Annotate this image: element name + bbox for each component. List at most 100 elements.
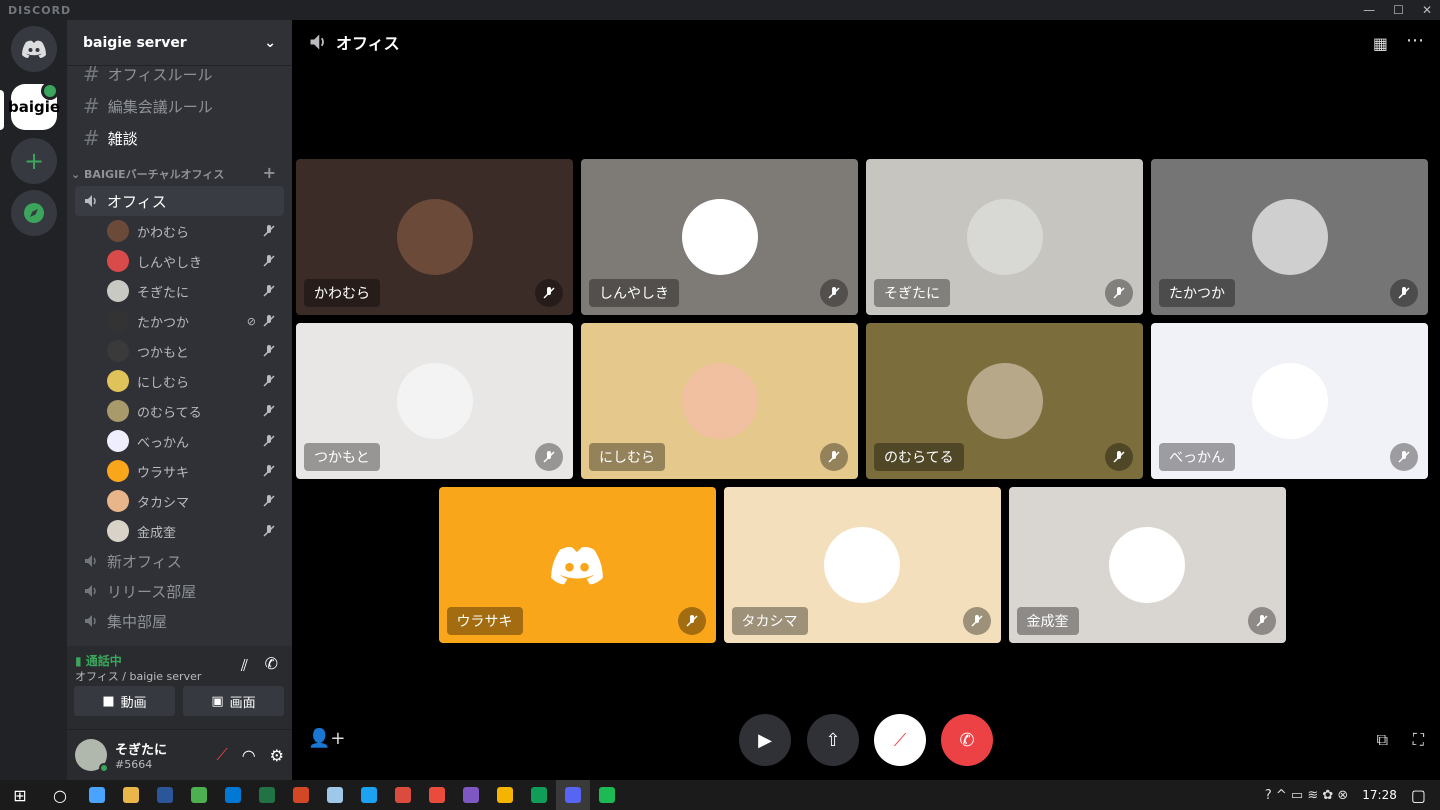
- minimize-icon[interactable]: —: [1363, 3, 1375, 17]
- taskbar-app-icon[interactable]: [522, 780, 556, 810]
- app-icon: [123, 787, 139, 803]
- voice-location: オフィス / baigie server: [75, 670, 202, 683]
- participant-tile[interactable]: つかもと: [296, 323, 573, 479]
- voice-user[interactable]: ウラサキ: [67, 456, 292, 486]
- participant-name: かわむら: [304, 279, 380, 307]
- clock[interactable]: 17:28: [1362, 788, 1397, 802]
- participant-tile[interactable]: べっかん: [1151, 323, 1428, 479]
- explore-servers-button[interactable]: [11, 190, 57, 236]
- maximize-icon[interactable]: ☐: [1393, 3, 1404, 17]
- taskbar-app-icon[interactable]: [148, 780, 182, 810]
- taskbar-app-icon[interactable]: [284, 780, 318, 810]
- leave-call-button[interactable]: ✆: [941, 714, 993, 766]
- voice-channel-active[interactable]: オフィス: [75, 186, 284, 216]
- voice-user-name: のむらてる: [137, 405, 202, 421]
- settings-gear-icon[interactable]: ⚙: [270, 746, 284, 765]
- video-button[interactable]: ■ 動画: [74, 686, 175, 716]
- add-server-button[interactable]: +: [11, 138, 57, 184]
- avatar[interactable]: [75, 739, 109, 773]
- voice-user[interactable]: 金成奎: [67, 516, 292, 546]
- text-channel[interactable]: # 雑談: [67, 122, 292, 154]
- selected-guild-pill: [0, 90, 4, 130]
- voice-channel[interactable]: リリース部屋: [75, 576, 284, 606]
- participant-tile[interactable]: にしむら: [581, 323, 858, 479]
- taskbar-apps: [80, 780, 624, 810]
- guild-baigie[interactable]: baigie: [8, 82, 60, 130]
- disconnect-icon[interactable]: ✆: [265, 654, 278, 673]
- layout-toggle-icon[interactable]: ▦: [1373, 34, 1388, 53]
- server-name: baigie server: [83, 34, 187, 51]
- add-channel-icon[interactable]: +: [263, 163, 276, 182]
- taskbar-app-icon[interactable]: [454, 780, 488, 810]
- avatar: [107, 460, 129, 482]
- taskbar-app-icon[interactable]: [488, 780, 522, 810]
- voice-user[interactable]: かわむら: [67, 216, 292, 246]
- pop-out-icon[interactable]: ⧉: [1377, 730, 1388, 750]
- voice-channel[interactable]: 新オフィス: [75, 546, 284, 576]
- voice-user-name: そぎたに: [137, 285, 190, 301]
- mute-toggle[interactable]: ⟋: [874, 714, 926, 766]
- taskbar-app-icon[interactable]: [216, 780, 250, 810]
- taskbar-app-icon[interactable]: [386, 780, 420, 810]
- mic-muted-icon: [263, 495, 275, 507]
- headphones-icon[interactable]: ◠: [242, 746, 256, 765]
- text-channel[interactable]: # オフィスルール: [67, 58, 292, 90]
- text-channel[interactable]: # 編集会議ルール: [67, 90, 292, 122]
- participant-tile[interactable]: かわむら: [296, 159, 573, 315]
- taskbar-app-icon[interactable]: [182, 780, 216, 810]
- camera-button[interactable]: ▶: [739, 714, 791, 766]
- voice-user[interactable]: にしむら: [67, 366, 292, 396]
- taskbar-app-icon[interactable]: [352, 780, 386, 810]
- screen-share-control[interactable]: ⇧: [807, 714, 859, 766]
- app-icon: [599, 787, 615, 803]
- voice-user[interactable]: しんやしき: [67, 246, 292, 276]
- screen-share-icon: ⇧: [825, 729, 841, 751]
- taskbar-app-icon[interactable]: [556, 780, 590, 810]
- mic-muted-icon: [263, 345, 275, 357]
- invite-user-icon[interactable]: 👤+: [308, 728, 346, 749]
- voice-channel-name: オフィス: [107, 192, 167, 211]
- mic-muted-icon: [535, 443, 563, 471]
- taskbar-app-icon[interactable]: [114, 780, 148, 810]
- participant-tile[interactable]: 金成奎: [1008, 487, 1286, 643]
- participant-tile[interactable]: しんやしき: [581, 159, 858, 315]
- voice-channel[interactable]: 集中部屋: [75, 606, 284, 636]
- speaker-icon: [85, 195, 96, 207]
- participant-tile[interactable]: ウラサキ: [438, 487, 716, 643]
- noise-suppression-icon[interactable]: ⫽: [241, 656, 248, 676]
- taskbar-app-icon[interactable]: [80, 780, 114, 810]
- notification-icon[interactable]: ▢: [1411, 786, 1426, 805]
- category-header[interactable]: ⌄ BAIGIEバーチャルオフィス +: [67, 154, 292, 186]
- taskbar-app-icon[interactable]: [250, 780, 284, 810]
- fullscreen-icon[interactable]: ⛶: [1413, 730, 1424, 750]
- voice-user[interactable]: そぎたに: [67, 276, 292, 306]
- voice-channel-name: 新オフィス: [107, 552, 182, 571]
- more-options-icon[interactable]: ⋯: [1406, 30, 1424, 51]
- avatar: [107, 250, 129, 272]
- home-button[interactable]: [11, 26, 57, 72]
- tray-icons[interactable]: ? ^ ▭ ≋ ✿ ⊗: [1265, 788, 1348, 803]
- voice-user[interactable]: のむらてる: [67, 396, 292, 426]
- participant-tile[interactable]: そぎたに: [866, 159, 1143, 315]
- participant-tile[interactable]: タカシマ: [723, 487, 1001, 643]
- participant-avatar: [966, 199, 1043, 275]
- taskbar-app-icon[interactable]: [318, 780, 352, 810]
- participant-tile[interactable]: たかつか: [1151, 159, 1428, 315]
- mic-muted-icon[interactable]: ⟋: [216, 745, 227, 765]
- online-status-icon: [99, 763, 109, 773]
- voice-user[interactable]: たかつか ⊘: [67, 306, 292, 336]
- user-panel: そぎたに #5664 ⟋ ◠ ⚙: [67, 730, 292, 780]
- voice-user[interactable]: つかもと: [67, 336, 292, 366]
- participant-tile[interactable]: のむらてる: [866, 323, 1143, 479]
- camera-icon: ▶: [758, 729, 772, 751]
- screen-share-button[interactable]: ▣ 画面: [183, 686, 284, 716]
- taskbar-app-icon[interactable]: [420, 780, 454, 810]
- start-button[interactable]: ⊞: [0, 780, 40, 810]
- search-button[interactable]: ○: [40, 780, 80, 810]
- voice-user[interactable]: べっかん: [67, 426, 292, 456]
- voice-user[interactable]: タカシマ: [67, 486, 292, 516]
- avatar: [107, 370, 129, 392]
- taskbar-app-icon[interactable]: [590, 780, 624, 810]
- close-icon[interactable]: ✕: [1422, 3, 1432, 17]
- avatar: [107, 220, 129, 242]
